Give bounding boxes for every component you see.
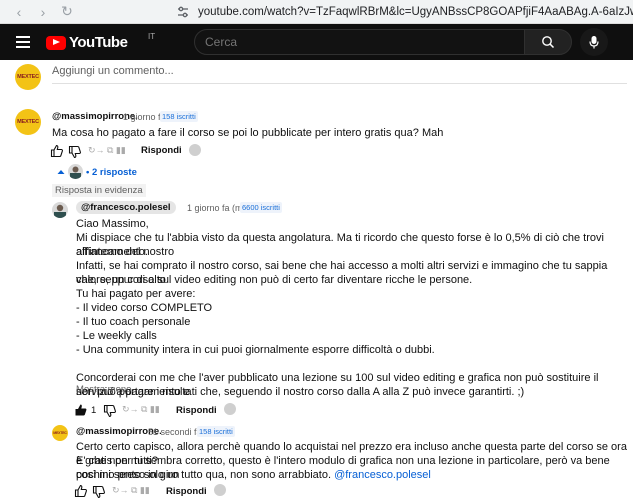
dislike-icon[interactable] (92, 485, 106, 499)
reply-line: - Il video corso COMPLETO (76, 302, 213, 314)
dislike-icon[interactable] (103, 404, 117, 418)
mention-link[interactable]: @francesco.polesel (334, 469, 431, 481)
reply-author[interactable]: @francesco.polesel (76, 201, 176, 214)
subscriber-badge: 158 iscritti (160, 111, 198, 122)
add-comment-input[interactable]: Aggiungi un commento... (52, 65, 174, 77)
comment-text: Ma cosa ho pagato a fare il corso se poi… (52, 127, 444, 139)
youtube-header: YouTube IT (0, 24, 633, 60)
reply-text: Certo certo capisco, allora perchè quand… (76, 440, 628, 482)
like-icon[interactable] (50, 144, 64, 158)
reply-button[interactable]: Rispondi (176, 405, 217, 416)
hamburger-menu-icon[interactable] (16, 36, 30, 48)
logo-region: IT (148, 32, 156, 41)
reaction-icons: ↻​→ ⧉ ▮▮ (88, 145, 126, 155)
reply-text: Ciao Massimo, Mi dispiace che tu l'abbia… (76, 217, 628, 399)
comment-avatar[interactable]: MEXTEC (15, 109, 41, 135)
reply-line: Tu hai pagato per avere: (76, 288, 196, 300)
avatar-label: MEXTEC (53, 431, 67, 435)
search-icon (542, 36, 555, 49)
microphone-icon (589, 36, 599, 49)
dislike-icon[interactable] (68, 145, 82, 159)
add-comment-underline (52, 83, 627, 84)
reply-line: Infatti, se hai comprato il nostro corso… (76, 260, 608, 286)
search-box[interactable] (194, 29, 525, 55)
reply-line: Ciao Massimo, (76, 218, 149, 230)
voice-search-button[interactable] (580, 28, 608, 56)
youtube-play-icon (46, 35, 66, 50)
reply-avatar[interactable] (52, 202, 68, 218)
reply-line: - Il tuo coach personale (76, 316, 191, 328)
reply-line: Mi dispiace che tu l'abbia visto da ques… (76, 232, 604, 258)
reload-icon[interactable]: ↻ (58, 3, 76, 21)
avatar-label: MEXTEC (17, 119, 39, 125)
reply-line: - Le weekly calls (76, 330, 157, 342)
logo-text: YouTube (69, 34, 128, 51)
site-settings-icon[interactable] (176, 5, 190, 19)
subscriber-badge: 6600 iscritti (240, 202, 282, 213)
youtube-logo[interactable]: YouTube IT (46, 32, 155, 51)
url-text[interactable]: youtube.com/watch?v=TzFaqwlRBrM&lc=UgyAN… (198, 6, 633, 18)
reply-line: Concorderai con me che l'aver pubblicato… (76, 372, 599, 398)
reply-button[interactable]: Rispondi (141, 145, 182, 156)
reply-button[interactable]: Rispondi (166, 486, 207, 497)
reaction-icons: ↻→ ⧉ ▮▮ (122, 404, 160, 414)
reply-line: pochino preso in giro tutto qua, non son… (76, 468, 628, 482)
search-input[interactable] (195, 30, 524, 54)
reply-line: Certo certo capisco, allora perchè quand… (76, 441, 627, 467)
forward-icon[interactable]: › (34, 3, 52, 21)
reply-time[interactable]: 51 secondi fa (148, 427, 202, 437)
reply-line: non può portare i risultati che, seguend… (76, 386, 525, 398)
reply-line: E' che non mi sembra corretto, questo è … (76, 455, 610, 481)
like-icon[interactable] (74, 484, 88, 498)
user-avatar: MEXTEC (15, 64, 41, 90)
pinned-reply-label: Risposta in evidenza (52, 184, 146, 197)
avatar-label: MEXTEC (17, 74, 39, 80)
reaction-icons: ↻→ ⧉ ▮▮ (112, 485, 150, 495)
reply-line-text: pochino preso in giro tutto qua, non son… (76, 469, 335, 481)
like-filled-icon[interactable] (74, 403, 88, 417)
show-less-button[interactable]: Mostra meno (76, 384, 131, 395)
subscriber-badge: 158 iscritti (197, 426, 235, 437)
creator-heart-icon[interactable] (189, 144, 201, 156)
back-icon[interactable]: ‹ (10, 3, 28, 21)
like-count: 1 (91, 405, 97, 416)
reply-line (76, 357, 628, 371)
creator-heart-icon[interactable] (224, 403, 236, 415)
creator-avatar-small (68, 164, 83, 179)
replies-toggle[interactable]: • 2 risposte (86, 167, 137, 178)
search-button[interactable] (524, 29, 572, 55)
reply-line: valore, un corso sul video editing non p… (76, 274, 473, 286)
collapse-replies-icon[interactable] (57, 169, 65, 175)
reply-line: - Una community intera in cui puoi giorn… (76, 344, 435, 356)
creator-heart-icon[interactable] (214, 484, 226, 496)
reply-avatar[interactable]: MEXTEC (52, 425, 68, 441)
replies-count: 2 risposte (91, 167, 137, 178)
browser-address-bar: ‹ › ↻ youtube.com/watch?v=TzFaqwlRBrM&lc… (0, 0, 633, 24)
